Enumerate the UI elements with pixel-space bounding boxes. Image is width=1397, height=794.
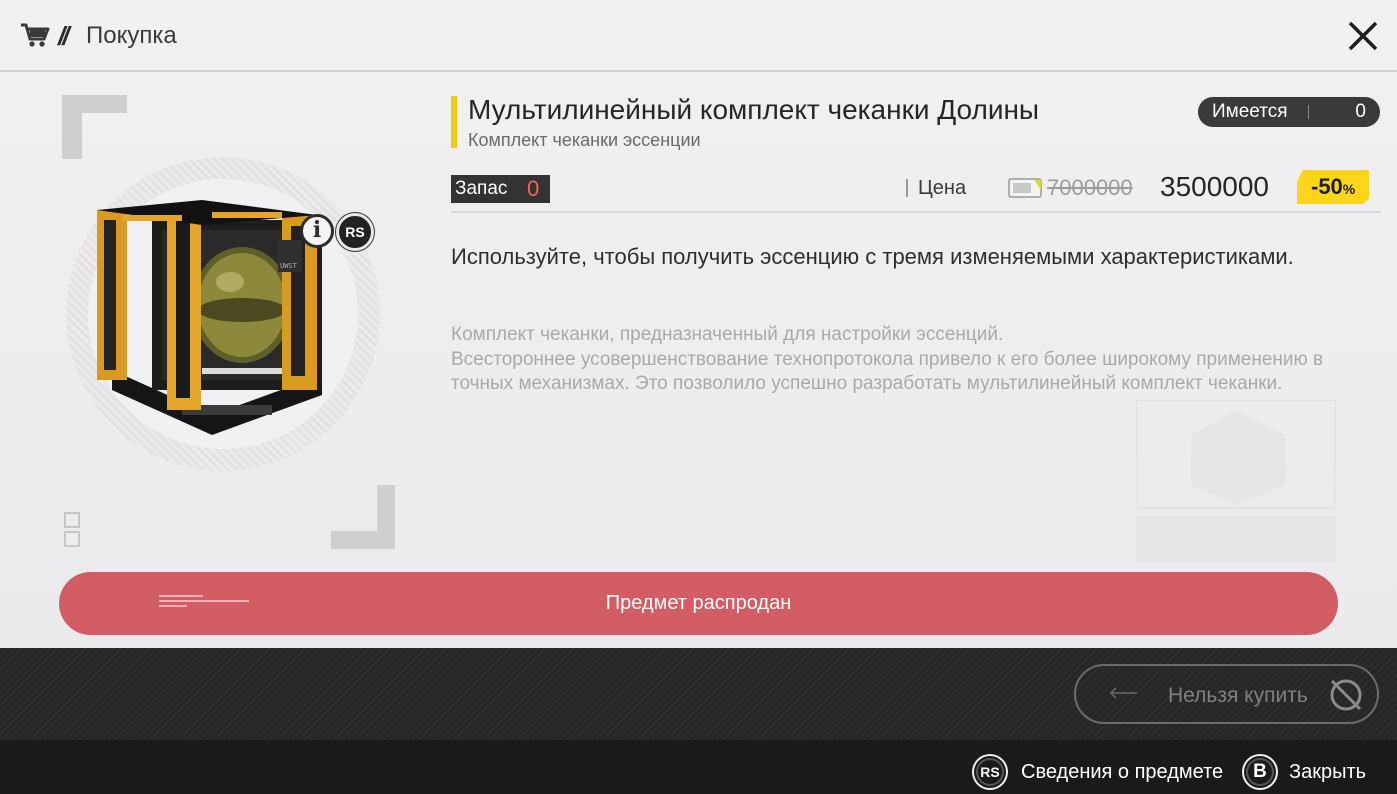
currency-ticket-icon: [1008, 178, 1042, 198]
b-key-icon[interactable]: B: [1242, 754, 1278, 790]
item-category: Комплект чеканки эссенции: [468, 130, 701, 150]
rs-key-icon[interactable]: RS: [972, 754, 1008, 790]
price-new: 3500000: [1160, 171, 1270, 202]
purchase-panel: // Покупка UWST i RS Мультилинейный комп…: [0, 0, 1397, 648]
price-separator: [906, 179, 908, 197]
stock-label: Запас: [455, 178, 508, 199]
item-image: UWST: [97, 200, 322, 435]
owned-value: 0: [1355, 101, 1366, 122]
stock-value: 0: [527, 176, 540, 201]
item-lore: Комплект чеканки, предназначенный для на…: [451, 324, 1324, 394]
item-name: Мультилинейный комплект чеканки Долины: [468, 94, 1040, 125]
close-icon: [1348, 21, 1378, 51]
header: // Покупка: [0, 0, 1397, 72]
price-old: 7000000: [1047, 175, 1133, 200]
sold-out-label: Предмет распродан: [605, 592, 792, 614]
arrow-left-right-icon: [1109, 687, 1137, 699]
background-watermark-icon: [1136, 400, 1336, 562]
item-description: Используйте, чтобы получить эссенцию с т…: [451, 244, 1294, 269]
cannot-buy-button[interactable]: Нельзя купить: [1074, 664, 1379, 724]
rs-badge: RS: [336, 213, 374, 251]
owned-label: Имеется: [1212, 101, 1288, 122]
sold-out-button[interactable]: Предмет распродан: [59, 572, 1338, 635]
price-label: Цена: [918, 177, 967, 199]
page-title: Покупка: [86, 22, 177, 49]
discount-text: -50%: [1311, 174, 1356, 199]
item-info-button[interactable]: i: [300, 214, 334, 248]
pager-square: [64, 531, 80, 547]
frame-corner-top-left: [62, 95, 82, 159]
ban-icon: [1330, 679, 1362, 711]
cannot-buy-label: Нельзя купить: [1168, 684, 1308, 707]
frame-corner-bottom-right: [377, 485, 395, 549]
pager-square: [64, 512, 80, 528]
item-details-hint[interactable]: Сведения о предмете: [1021, 761, 1223, 784]
details-divider: [451, 211, 1381, 213]
discount-badge: -50%: [1297, 170, 1369, 204]
owned-separator: [1308, 105, 1309, 119]
cart-icon: [21, 23, 50, 47]
close-hint[interactable]: Закрыть: [1289, 761, 1366, 784]
header-slash: //: [58, 21, 70, 51]
stock-badge: Запас 0: [451, 175, 550, 203]
title-accent-bar: [451, 96, 457, 148]
svg-text:UWST: UWST: [280, 262, 298, 270]
close-button[interactable]: [1343, 16, 1383, 56]
owned-counter: Имеется 0: [1198, 97, 1380, 127]
